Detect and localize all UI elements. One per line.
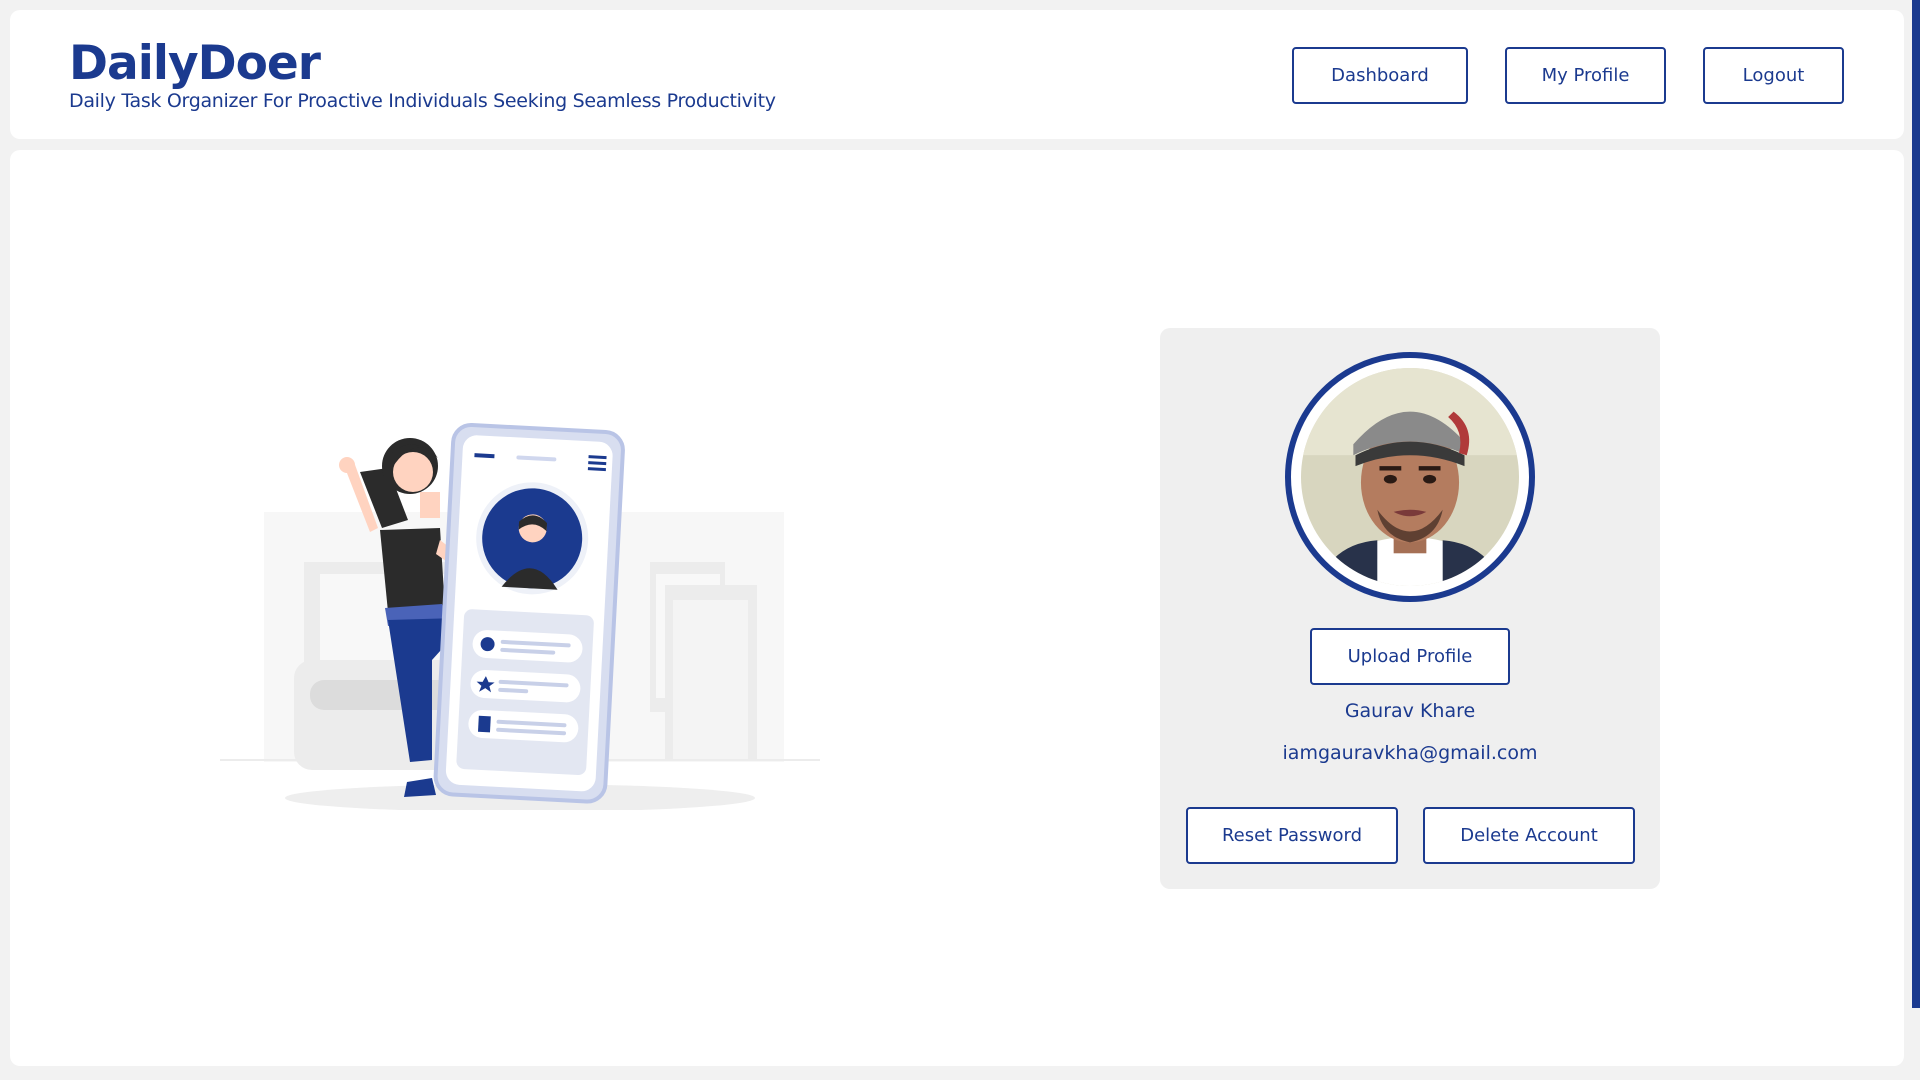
my-profile-button[interactable]: My Profile (1505, 47, 1666, 104)
user-avatar-photo (1301, 368, 1519, 586)
main-panel: Upload Profile Gaurav Khare iamgauravkha… (10, 150, 1904, 1066)
scrollbar[interactable] (1912, 0, 1920, 1008)
app-header: DailyDoer Daily Task Organizer For Proac… (10, 10, 1904, 139)
dashboard-button[interactable]: Dashboard (1292, 47, 1468, 104)
user-email: iamgauravkha@gmail.com (1282, 742, 1538, 764)
profile-card: Upload Profile Gaurav Khare iamgauravkha… (1160, 328, 1660, 889)
avatar (1285, 352, 1535, 602)
reset-password-button[interactable]: Reset Password (1186, 807, 1398, 864)
app-subtitle: Daily Task Organizer For Proactive Indiv… (69, 90, 776, 112)
user-name: Gaurav Khare (1344, 700, 1476, 722)
profile-illustration (220, 422, 820, 810)
logout-button[interactable]: Logout (1703, 47, 1844, 104)
app-title: DailyDoer (69, 36, 321, 91)
delete-account-button[interactable]: Delete Account (1423, 807, 1635, 864)
upload-profile-button[interactable]: Upload Profile (1310, 628, 1510, 685)
